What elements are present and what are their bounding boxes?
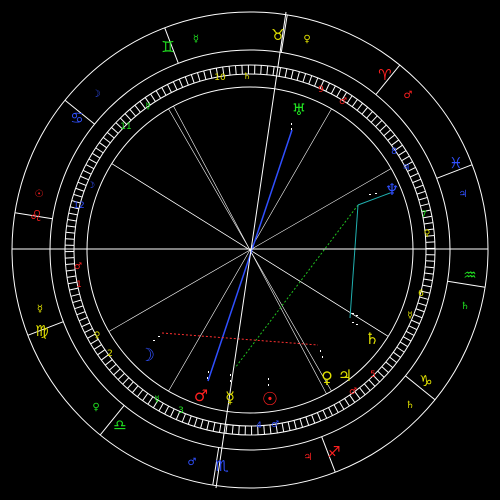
degree-tick: [65, 238, 75, 240]
house-number-10: 10: [214, 73, 226, 83]
house-number-12: 12: [73, 201, 84, 211]
sign-scorpio-ruler-icon: ♂: [188, 457, 197, 468]
planet-jupiter-icon: ♃: [338, 366, 352, 385]
house-number-6: 6: [418, 289, 424, 299]
sign-cancer-glyph: ♋: [70, 109, 83, 127]
planet-neptune-icon: ♆: [385, 180, 399, 199]
degree-tick: [425, 260, 435, 262]
sign-taurus-ruler-icon: ♀: [303, 34, 310, 45]
house-10-ruler-icon: ♄: [243, 72, 251, 82]
sign-virgo-glyph: ♍: [35, 322, 48, 340]
degree-tick: [263, 425, 266, 435]
house-9-ruler-icon: ♂: [339, 97, 347, 107]
house-number-8: 8: [391, 147, 397, 157]
house-1-ruler-icon: ♂: [74, 262, 82, 272]
sign-scorpio-glyph: ♏: [215, 457, 229, 475]
house-12-ruler-icon: ☽: [87, 181, 95, 191]
sign-virgo-ruler-icon: ☿: [37, 304, 43, 315]
house-number-7: 7: [421, 210, 427, 220]
sign-aquarius-glyph: ♒: [463, 266, 476, 284]
house-4-ruler-icon: ♂: [271, 420, 279, 430]
planet-mars-icon: ♂: [194, 386, 208, 405]
house-number-4: 4: [256, 421, 262, 431]
house-8-ruler-icon: ♃: [402, 163, 410, 173]
sign-capricorn-glyph: ♑: [419, 372, 432, 390]
house-2-ruler-icon: ♀: [94, 331, 101, 341]
house-7-ruler-icon: ♀: [424, 229, 431, 239]
house-3-ruler-icon: ☿: [154, 395, 160, 405]
planet-moon-icon: ☽: [139, 345, 155, 366]
house-5-ruler-icon: ♂: [349, 387, 357, 397]
house-number-11: 11: [120, 122, 131, 132]
sign-sagittarius-glyph: ♐: [327, 443, 340, 461]
sign-pisces-glyph: ♓: [449, 154, 462, 172]
house-number-5: 5: [370, 370, 376, 380]
house-number-3: 3: [178, 406, 184, 416]
planet-saturn-icon: ♄: [365, 329, 379, 348]
sign-aquarius-ruler-icon: ♄: [461, 301, 470, 312]
house-number-9: 9: [318, 85, 324, 95]
sign-leo-glyph: ♌: [29, 207, 42, 225]
astrology-chart-wheel: ♈ ♂ ♉ ♀ ♊ ☿ ♋ ☽ ♌ ☉ ♍ ☿ ♎ ♀ ♏ ♂ ♐ ♃ ♑ ♄ …: [0, 0, 500, 500]
sign-sagittarius-ruler-icon: ♃: [304, 452, 313, 463]
planet-mercury-icon: ☿: [225, 388, 235, 407]
degree-tick: [238, 425, 240, 435]
sign-libra-glyph: ♎: [113, 416, 126, 434]
sign-aries-glyph: ♈: [378, 66, 391, 84]
sign-libra-ruler-icon: ♀: [92, 402, 99, 413]
planet-sun-icon: ☉: [262, 389, 278, 410]
sign-aries-ruler-icon: ♂: [404, 90, 413, 101]
sign-cancer-ruler-icon: ☽: [92, 89, 101, 100]
sign-gemini-ruler-icon: ☿: [193, 34, 199, 45]
sign-taurus-glyph: ♉: [271, 26, 284, 44]
sign-capricorn-ruler-icon: ♄: [406, 400, 415, 411]
degree-tick: [234, 65, 237, 75]
sign-gemini-glyph: ♊: [161, 38, 174, 56]
house-11-ruler-icon: ☿: [145, 102, 151, 112]
house-number-1: 1: [76, 280, 82, 290]
house-6-ruler-icon: ☿: [407, 311, 413, 321]
sign-leo-ruler-icon: ☉: [35, 189, 44, 200]
sign-pisces-ruler-icon: ♃: [459, 189, 468, 200]
planet-venus-icon: ♀: [321, 368, 333, 387]
degree-tick: [260, 65, 262, 75]
house-number-2: 2: [107, 349, 113, 359]
planet-uranus-icon: ♅: [292, 100, 306, 119]
